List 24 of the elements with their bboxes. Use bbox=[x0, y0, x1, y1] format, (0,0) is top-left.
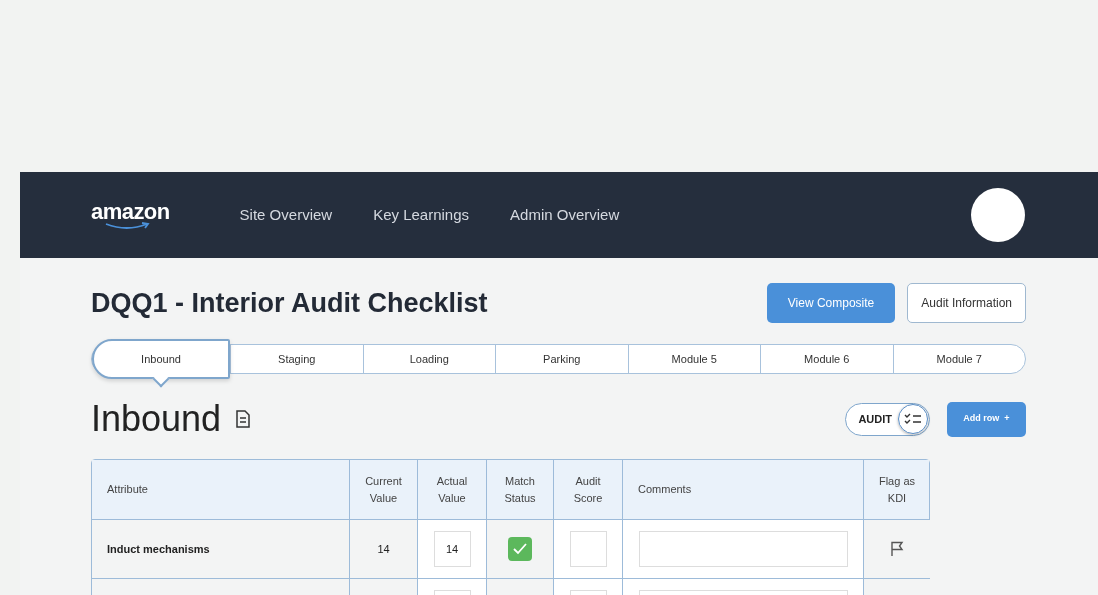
audit-information-button[interactable]: Audit Information bbox=[907, 283, 1026, 323]
logo[interactable]: amazon bbox=[91, 200, 170, 230]
tab[interactable]: Staging bbox=[230, 345, 363, 373]
nav-link[interactable]: Site Overview bbox=[239, 203, 333, 227]
column-header: Actual Value bbox=[417, 460, 486, 519]
nav-link[interactable]: Key Learnings bbox=[373, 203, 470, 227]
tab[interactable]: Module 6 bbox=[760, 345, 893, 373]
tab[interactable]: Module 5 bbox=[627, 345, 760, 373]
tab[interactable]: Module 7 bbox=[892, 345, 1025, 373]
tab[interactable]: Loading bbox=[362, 345, 495, 373]
column-header: Match Status bbox=[486, 460, 553, 519]
tab[interactable]: Parking bbox=[495, 345, 628, 373]
table-cell-text: Induct mechanisms bbox=[107, 541, 210, 557]
input-field[interactable]: 14 bbox=[433, 531, 471, 567]
section-heading: Inbound bbox=[91, 397, 222, 441]
column-header: Current Value bbox=[349, 460, 417, 519]
column-header: Flag as KDI bbox=[863, 460, 930, 519]
nav-link[interactable]: Admin Overview bbox=[510, 203, 620, 227]
table-cell-text: 14 bbox=[377, 541, 390, 557]
column-header: Attribute bbox=[106, 482, 149, 497]
page-title: DQQ1 - Interior Audit Checklist bbox=[91, 286, 489, 320]
column-header: Audit Score bbox=[553, 460, 622, 519]
audit-toggle[interactable]: AUDIT bbox=[845, 402, 930, 436]
column-header: Comments bbox=[622, 460, 863, 519]
